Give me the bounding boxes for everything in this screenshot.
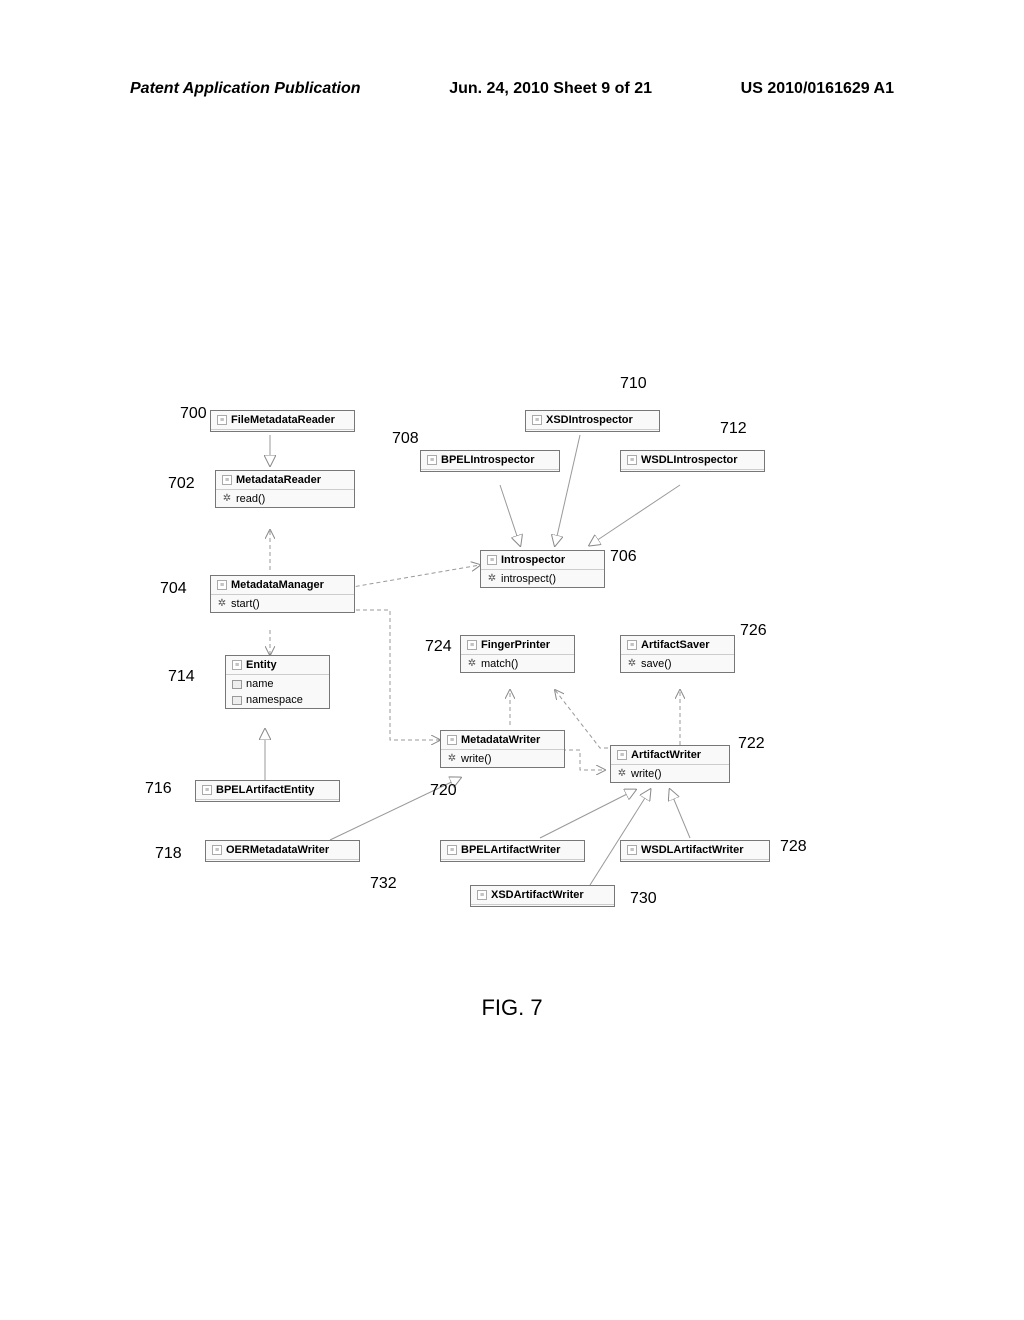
class-artifactsaver: ≡ ArtifactSaver ✲ save() <box>620 635 735 673</box>
class-icon: ≡ <box>477 890 487 900</box>
class-icon: ≡ <box>532 415 542 425</box>
class-wsdlartifactwriter: ≡ WSDLArtifactWriter <box>620 840 770 862</box>
class-icon: ≡ <box>217 415 227 425</box>
method-name: introspect() <box>501 573 556 585</box>
class-icon: ≡ <box>232 660 242 670</box>
ref-730: 730 <box>630 890 657 908</box>
class-xsdintrospector: ≡ XSDIntrospector <box>525 410 660 432</box>
header-left: Patent Application Publication <box>130 80 361 98</box>
class-artifactwriter: ≡ ArtifactWriter ✲ write() <box>610 745 730 783</box>
attribute-icon <box>232 680 242 689</box>
class-title: Introspector <box>501 554 565 566</box>
ref-704: 704 <box>160 580 187 598</box>
class-introspector: ≡ Introspector ✲ introspect() <box>480 550 605 588</box>
ref-714: 714 <box>168 668 195 686</box>
class-icon: ≡ <box>222 475 232 485</box>
ref-710: 710 <box>620 375 647 393</box>
class-title: XSDIntrospector <box>546 414 633 426</box>
class-title: ArtifactSaver <box>641 639 709 651</box>
class-title: MetadataWriter <box>461 734 540 746</box>
ref-718: 718 <box>155 845 182 863</box>
ref-732: 732 <box>370 875 397 893</box>
class-icon: ≡ <box>447 845 457 855</box>
class-metadatawriter: ≡ MetadataWriter ✲ write() <box>440 730 565 768</box>
class-xsdartifactwriter: ≡ XSDArtifactWriter <box>470 885 615 907</box>
method-name: save() <box>641 658 672 670</box>
ref-720: 720 <box>430 782 457 800</box>
attribute-icon <box>232 696 242 705</box>
class-title: BPELArtifactEntity <box>216 784 314 796</box>
method-name: read() <box>236 493 265 505</box>
class-oermetadatawriter: ≡ OERMetadataWriter <box>205 840 360 862</box>
method-icon: ✲ <box>627 659 637 669</box>
class-title: FileMetadataReader <box>231 414 335 426</box>
header-center: Jun. 24, 2010 Sheet 9 of 21 <box>449 80 652 98</box>
figure-caption: FIG. 7 <box>0 995 1024 1021</box>
class-title: XSDArtifactWriter <box>491 889 584 901</box>
method-icon: ✲ <box>487 574 497 584</box>
class-icon: ≡ <box>212 845 222 855</box>
class-title: OERMetadataWriter <box>226 844 329 856</box>
class-metadatamanager: ≡ MetadataManager ✲ start() <box>210 575 355 613</box>
ref-728: 728 <box>780 838 807 856</box>
class-bpelintrospector: ≡ BPELIntrospector <box>420 450 560 472</box>
method-name: start() <box>231 598 260 610</box>
attr-name: name <box>246 678 274 690</box>
method-icon: ✲ <box>447 754 457 764</box>
class-icon: ≡ <box>202 785 212 795</box>
method-name: write() <box>631 768 662 780</box>
ref-706: 706 <box>610 548 637 566</box>
class-fingerprinter: ≡ FingerPrinter ✲ match() <box>460 635 575 673</box>
uml-diagram: ≡ FileMetadataReader 700 ≡ XSDIntrospector… <box>160 390 860 980</box>
ref-722: 722 <box>738 735 765 753</box>
class-icon: ≡ <box>627 455 637 465</box>
ref-700: 700 <box>180 405 207 423</box>
ref-716: 716 <box>145 780 172 798</box>
class-title: WSDLIntrospector <box>641 454 738 466</box>
class-title: BPELIntrospector <box>441 454 535 466</box>
class-icon: ≡ <box>217 580 227 590</box>
class-icon: ≡ <box>447 735 457 745</box>
ref-726: 726 <box>740 622 767 640</box>
class-icon: ≡ <box>627 640 637 650</box>
method-icon: ✲ <box>467 659 477 669</box>
class-filemetadatareader: ≡ FileMetadataReader <box>210 410 355 432</box>
method-icon: ✲ <box>217 599 227 609</box>
class-title: FingerPrinter <box>481 639 550 651</box>
method-icon: ✲ <box>617 769 627 779</box>
ref-708: 708 <box>392 430 419 448</box>
class-icon: ≡ <box>487 555 497 565</box>
class-title: Entity <box>246 659 277 671</box>
class-bpelartifactentity: ≡ BPELArtifactEntity <box>195 780 340 802</box>
class-icon: ≡ <box>627 845 637 855</box>
class-wsdlintrospector: ≡ WSDLIntrospector <box>620 450 765 472</box>
class-title: BPELArtifactWriter <box>461 844 560 856</box>
method-icon: ✲ <box>222 494 232 504</box>
page-header: Patent Application Publication Jun. 24, … <box>0 80 1024 98</box>
ref-702: 702 <box>168 475 195 493</box>
class-title: MetadataManager <box>231 579 324 591</box>
attr-name: namespace <box>246 694 303 706</box>
ref-724: 724 <box>425 638 452 656</box>
class-icon: ≡ <box>427 455 437 465</box>
method-name: match() <box>481 658 518 670</box>
header-right: US 2010/0161629 A1 <box>741 80 894 98</box>
class-title: ArtifactWriter <box>631 749 701 761</box>
class-metadatareader: ≡ MetadataReader ✲ read() <box>215 470 355 508</box>
class-title: MetadataReader <box>236 474 321 486</box>
class-title: WSDLArtifactWriter <box>641 844 743 856</box>
class-icon: ≡ <box>467 640 477 650</box>
class-entity: ≡ Entity name namespace <box>225 655 330 709</box>
method-name: write() <box>461 753 492 765</box>
class-icon: ≡ <box>617 750 627 760</box>
ref-712: 712 <box>720 420 747 438</box>
class-bpelartifactwriter: ≡ BPELArtifactWriter <box>440 840 585 862</box>
